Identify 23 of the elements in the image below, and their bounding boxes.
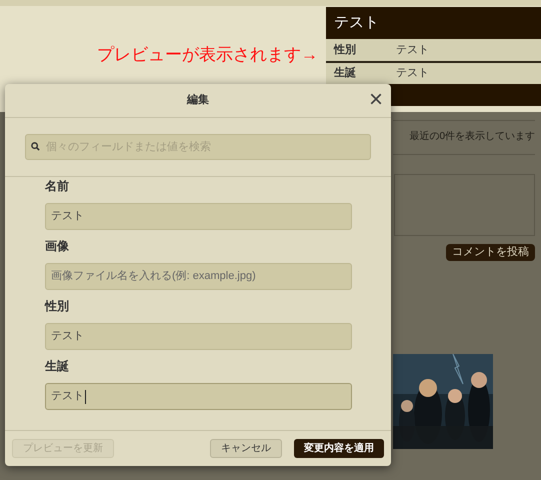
text-caret xyxy=(85,390,86,404)
dialog-title: 編集 xyxy=(187,92,209,108)
text-field[interactable]: 画像ファイル名を入れる(例: example.jpg) xyxy=(45,263,352,290)
infobox-value: テスト xyxy=(396,42,429,58)
field-label: 名前 xyxy=(45,180,70,192)
text-field[interactable]: テスト xyxy=(45,323,352,350)
infobox-label: 性別 xyxy=(332,42,357,58)
infobox-label: 生誕 xyxy=(332,66,357,81)
infobox-title: テスト xyxy=(326,7,541,39)
field-label: 性別 xyxy=(45,300,70,312)
search-icon xyxy=(31,142,40,151)
preview-note: プレビューが表示されます→ xyxy=(97,44,318,66)
text-field[interactable]: テスト xyxy=(45,203,352,230)
infobox-value: テスト xyxy=(396,66,429,81)
field-label: 生誕 xyxy=(45,360,70,372)
recent-count: 最近の0件を表示しています xyxy=(409,130,535,144)
apply-button[interactable]: 変更内容を適用 xyxy=(294,439,384,458)
close-button[interactable]: × xyxy=(368,88,383,112)
dialog-button[interactable]: キャンセル xyxy=(210,439,282,458)
field-label: 画像 xyxy=(45,240,70,252)
comment-field[interactable] xyxy=(394,174,535,236)
text-field[interactable]: テスト xyxy=(45,383,352,410)
post-comment-button[interactable]: コメントを投稿 xyxy=(446,244,535,261)
